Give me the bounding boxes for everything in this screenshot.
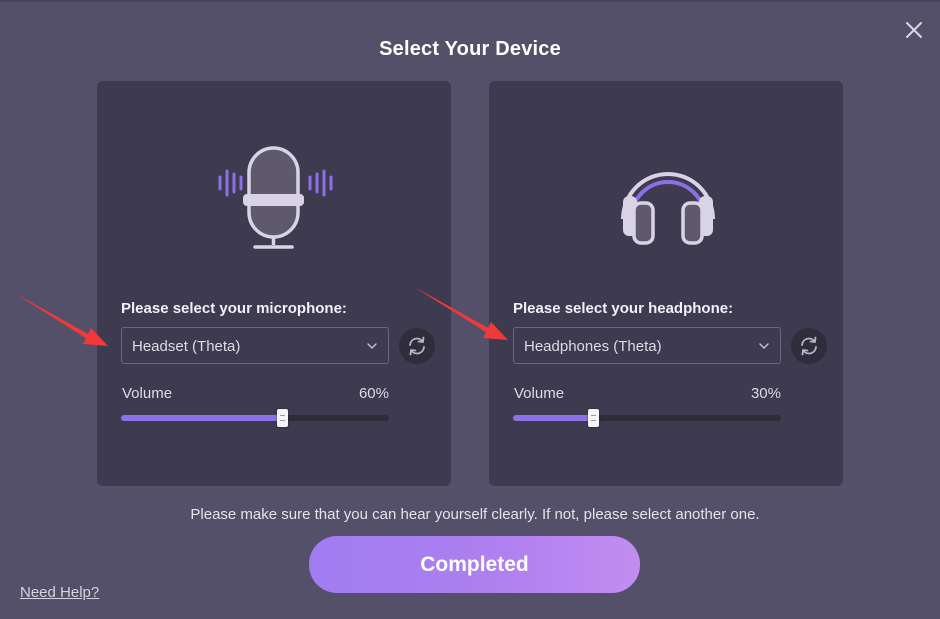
top-border [0, 0, 940, 2]
microphone-panel: Please select your microphone: Headset (… [97, 81, 451, 486]
microphone-select-label: Please select your microphone: [121, 300, 347, 317]
headphone-dropdown[interactable]: Headphones (Theta) [513, 327, 781, 364]
refresh-icon [801, 336, 817, 356]
annotation-arrow-icon [416, 288, 508, 340]
microphone-volume-fill [121, 415, 282, 421]
dialog-title: Select Your Device [379, 38, 561, 60]
microphone-icon [218, 146, 333, 249]
chevron-down-icon [759, 343, 769, 349]
hint-text: Please make sure that you can hear yours… [190, 506, 760, 523]
microphone-volume-value: 60% [358, 385, 389, 402]
microphone-selected-value: Headset (Theta) [132, 338, 241, 355]
completed-button[interactable]: Completed [309, 536, 640, 593]
headphone-volume-fill [513, 415, 594, 421]
headphone-refresh-button[interactable] [791, 328, 827, 364]
headphone-volume-slider[interactable] [513, 409, 781, 427]
headphone-volume-label: Volume [514, 385, 565, 402]
headphone-panel: Please select your headphone: Headphones… [489, 81, 843, 486]
headphone-volume-thumb[interactable] [588, 409, 600, 427]
headphone-volume-value: 30% [750, 385, 781, 402]
headphones-icon [621, 172, 715, 245]
microphone-volume-slider[interactable] [121, 409, 389, 427]
microphone-volume-thumb[interactable] [276, 409, 288, 427]
need-help-link[interactable]: Need Help? [20, 584, 99, 601]
chevron-down-icon [367, 343, 377, 349]
headphone-select-label: Please select your headphone: [513, 300, 734, 317]
microphone-volume-label: Volume [122, 385, 173, 402]
headphone-selected-value: Headphones (Theta) [524, 338, 662, 355]
microphone-dropdown[interactable]: Headset (Theta) [121, 327, 389, 364]
annotation-arrow-icon [16, 294, 108, 346]
